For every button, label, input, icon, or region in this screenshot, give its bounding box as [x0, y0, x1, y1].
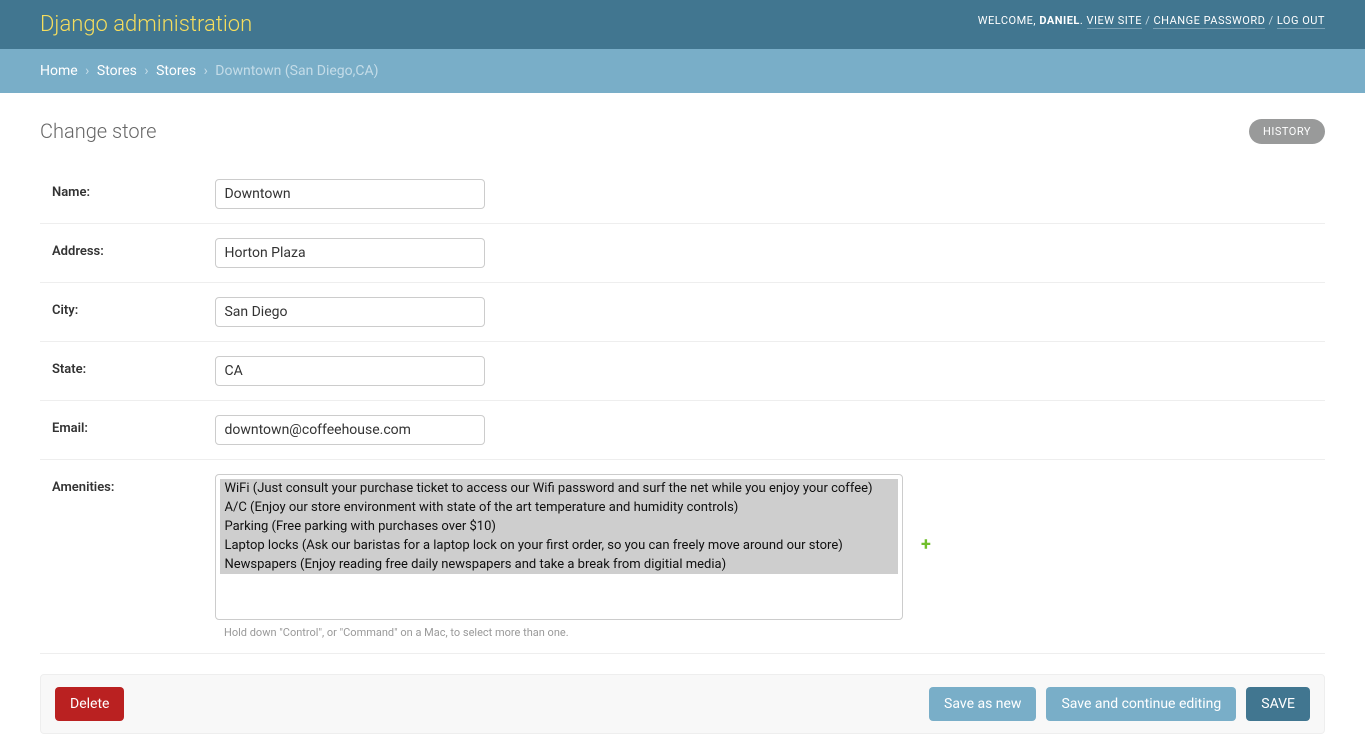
name-input[interactable] — [215, 179, 485, 209]
amenities-help: Hold down "Control", or "Command" on a M… — [224, 626, 1313, 639]
amenities-option[interactable]: Newspapers (Enjoy reading free daily new… — [220, 555, 898, 574]
site-title: Django administration — [40, 12, 252, 37]
amenities-fieldbox: WiFi (Just consult your purchase ticket … — [215, 474, 903, 620]
form-row-state: State: — [40, 342, 1325, 401]
name-label: Name: — [52, 179, 212, 200]
separator: / — [1269, 14, 1277, 27]
address-label: Address: — [52, 238, 212, 259]
delete-box: Delete — [55, 687, 124, 721]
form-row-email: Email: — [40, 401, 1325, 460]
form-row-address: Address: — [40, 224, 1325, 283]
breadcrumb-home[interactable]: Home — [40, 63, 78, 79]
breadcrumb-separator: › — [85, 63, 89, 79]
breadcrumb-app[interactable]: Stores — [97, 63, 137, 79]
save-as-new-button[interactable] — [929, 687, 1036, 721]
welcome-text: WELCOME, — [978, 14, 1036, 27]
site-header: Django administration WELCOME, DANIEL. V… — [0, 0, 1365, 49]
email-label: Email: — [52, 415, 212, 436]
amenities-option[interactable]: Parking (Free parking with purchases ove… — [220, 517, 898, 536]
form-row-city: City: — [40, 283, 1325, 342]
state-label: State: — [52, 356, 212, 377]
add-related-icon[interactable]: + — [921, 534, 931, 555]
period: . — [1080, 14, 1083, 27]
object-tools: HISTORY — [1249, 119, 1325, 144]
amenities-option[interactable]: A/C (Enjoy our store environment with st… — [220, 498, 898, 517]
view-site-link[interactable]: VIEW SITE — [1087, 14, 1142, 29]
state-input[interactable] — [215, 356, 485, 386]
page-title: Change store — [40, 119, 1325, 143]
content: HISTORY Change store Name: Address: City… — [0, 93, 1365, 754]
form-row-name: Name: — [40, 165, 1325, 224]
history-button[interactable]: HISTORY — [1249, 119, 1325, 144]
amenities-option[interactable]: WiFi (Just consult your purchase ticket … — [220, 479, 898, 498]
amenities-select[interactable]: WiFi (Just consult your purchase ticket … — [215, 474, 903, 620]
user-tools: WELCOME, DANIEL. VIEW SITE / CHANGE PASS… — [978, 12, 1325, 27]
breadcrumb-current: Downtown (San Diego,CA) — [215, 63, 378, 79]
save-continue-button[interactable] — [1046, 687, 1236, 721]
amenities-label: Amenities: — [52, 474, 212, 495]
email-input[interactable] — [215, 415, 485, 445]
change-password-link[interactable]: CHANGE PASSWORD — [1153, 14, 1265, 29]
form-fieldset: Name: Address: City: State: Email: Ameni… — [40, 165, 1325, 654]
breadcrumb: Home › Stores › Stores › Downtown (San D… — [0, 49, 1365, 93]
amenities-option[interactable]: Laptop locks (Ask our baristas for a lap… — [220, 536, 898, 555]
username: DANIEL — [1039, 14, 1080, 27]
form-row-amenities: Amenities: WiFi (Just consult your purch… — [40, 460, 1325, 654]
breadcrumb-separator: › — [204, 63, 208, 79]
save-button[interactable] — [1246, 687, 1310, 721]
delete-button[interactable]: Delete — [55, 687, 124, 721]
breadcrumb-separator: › — [144, 63, 148, 79]
address-input[interactable] — [215, 238, 485, 268]
city-label: City: — [52, 297, 212, 318]
breadcrumb-model[interactable]: Stores — [156, 63, 196, 79]
submit-row: Delete — [40, 674, 1325, 734]
logout-link[interactable]: LOG OUT — [1277, 14, 1325, 29]
city-input[interactable] — [215, 297, 485, 327]
